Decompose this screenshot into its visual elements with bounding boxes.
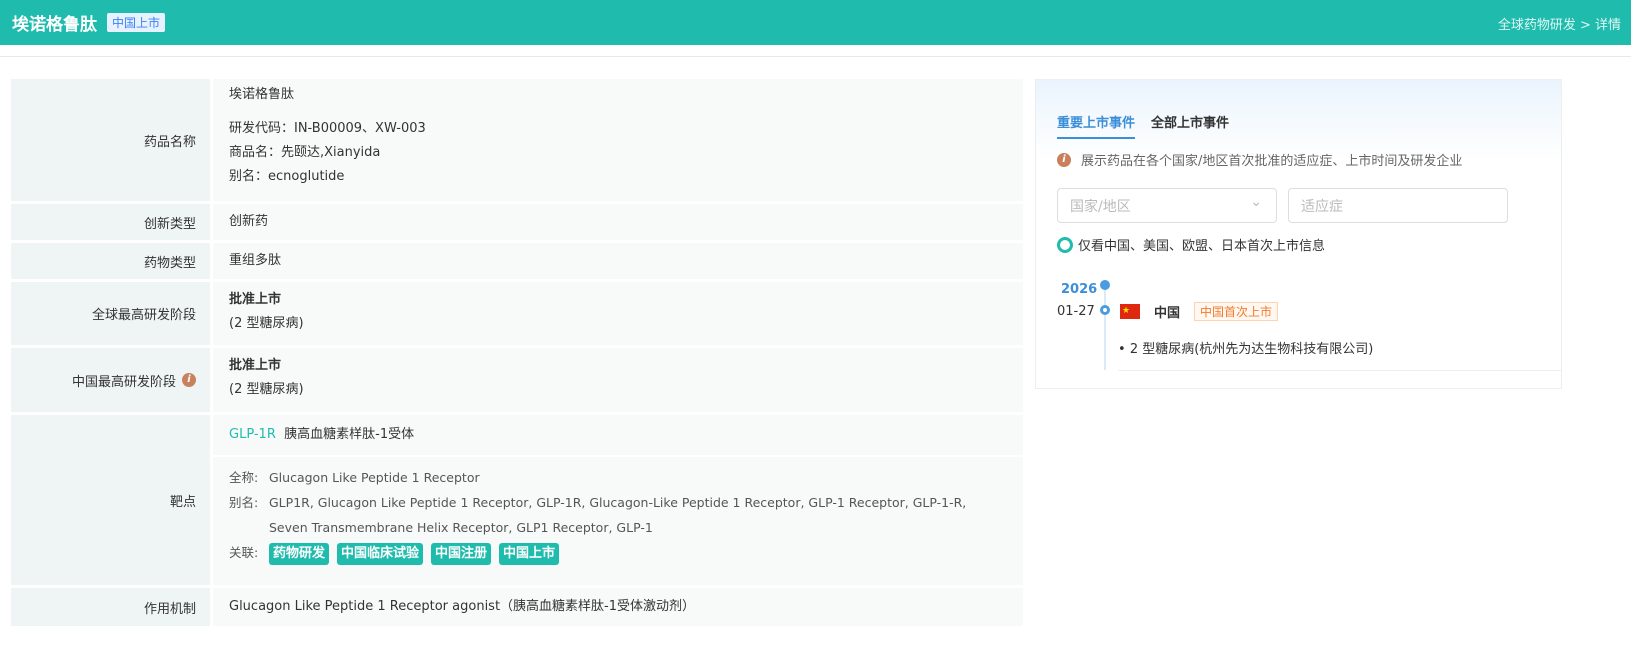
- placeholder: 适应症: [1301, 199, 1343, 215]
- launch-events-panel: 重要上市事件 全部上市事件 i 展示药品在各个国家/地区首次批准的适应症、上市时间…: [1035, 79, 1562, 389]
- label: 全球最高研发阶段: [11, 282, 210, 345]
- radio-icon[interactable]: [1057, 236, 1073, 253]
- value: Glucagon Like Peptide 1 Receptor agonist…: [213, 588, 1023, 626]
- label: 作用机制: [11, 588, 210, 626]
- drug-name: 埃诺格鲁肽: [229, 87, 295, 102]
- divider: [1118, 370, 1561, 371]
- note: 展示药品在各个国家/地区首次批准的适应症、上市时间及研发企业: [1081, 154, 1463, 169]
- full-name: Glucagon Like Peptide 1 Receptor: [269, 470, 480, 485]
- header: 埃诺格鲁肽 中国上市 全球药物研发 > 详情: [0, 0, 1631, 45]
- alias: 别名：ecnoglutide: [229, 169, 345, 184]
- placeholder: 国家/地区: [1070, 199, 1131, 215]
- value: 创新药: [213, 204, 1023, 240]
- indication: (2 型糖尿病): [229, 316, 304, 331]
- trade-name: 商品名：先颐达,Xianyida: [229, 145, 381, 160]
- tab-all-events[interactable]: 全部上市事件: [1151, 112, 1229, 139]
- target-cn: 胰高血糖素样肽-1受体: [284, 427, 415, 442]
- row-innovation: 创新类型 创新药: [11, 204, 1023, 240]
- label: 别名:: [229, 495, 259, 510]
- stage: 批准上市: [229, 358, 282, 373]
- tab-important-events[interactable]: 重要上市事件: [1057, 112, 1136, 139]
- china-flag-icon: ★: [1120, 304, 1140, 319]
- event-country: 中国: [1154, 306, 1181, 321]
- drug-info-table: 药品名称 埃诺格鲁肽 研发代码：IN-B00009、XW-003 商品名：先颐达…: [11, 79, 1023, 629]
- row-drug-type: 药物类型 重组多肽: [11, 243, 1023, 279]
- tag-drug-rd[interactable]: 药物研发: [269, 543, 330, 565]
- dev-code: 研发代码：IN-B00009、XW-003: [229, 121, 426, 136]
- event-detail: 2 型糖尿病(杭州先为达生物科技有限公司): [1129, 342, 1374, 357]
- label: 创新类型: [11, 204, 210, 240]
- timeline-dot: [1100, 280, 1110, 290]
- chevron-down-icon: ⌄: [1250, 194, 1262, 210]
- event-tag: 中国首次上市: [1194, 302, 1279, 321]
- indication: (2 型糖尿病): [229, 382, 304, 397]
- status-badge: 中国上市: [107, 13, 166, 32]
- major-markets-toggle[interactable]: 仅看中国、美国、欧盟、日本首次上市信息: [1057, 235, 1325, 254]
- event-date: 01-27: [1057, 304, 1095, 319]
- tag-china-reg[interactable]: 中国注册: [431, 543, 492, 565]
- drug-title: 埃诺格鲁肽: [12, 15, 97, 35]
- label: 关联:: [229, 545, 259, 560]
- label: 药物类型: [11, 243, 210, 279]
- divider: [0, 56, 1631, 57]
- aliases: GLP1R, Glucagon Like Peptide 1 Receptor,…: [269, 495, 967, 535]
- info-icon: i: [1057, 152, 1071, 167]
- filter-label: 仅看中国、美国、欧盟、日本首次上市信息: [1078, 239, 1326, 254]
- label: 药品名称: [11, 79, 210, 201]
- label-text: 中国最高研发阶段: [71, 374, 176, 390]
- tag-china-trial[interactable]: 中国临床试验: [337, 543, 424, 565]
- info-icon[interactable]: i: [182, 373, 196, 387]
- row-global-stage: 全球最高研发阶段 批准上市 (2 型糖尿病): [11, 282, 1023, 345]
- label: 靶点: [11, 415, 210, 585]
- tag-china-market[interactable]: 中国上市: [499, 543, 560, 565]
- label: 中国最高研发阶段 i: [11, 348, 210, 412]
- row-mechanism: 作用机制 Glucagon Like Peptide 1 Receptor ag…: [11, 588, 1023, 626]
- target-link[interactable]: GLP-1R: [229, 427, 276, 442]
- indication-input[interactable]: 适应症: [1288, 188, 1508, 223]
- label: 全称:: [229, 470, 259, 485]
- breadcrumb[interactable]: 全球药物研发 > 详情: [1498, 14, 1621, 33]
- timeline-dot: [1100, 305, 1110, 315]
- country-select[interactable]: 国家/地区 ⌄: [1057, 188, 1277, 223]
- stage: 批准上市: [229, 292, 282, 307]
- row-china-stage: 中国最高研发阶段 i 批准上市 (2 型糖尿病): [11, 348, 1023, 412]
- row-target: 靶点 GLP-1R 胰高血糖素样肽-1受体 全称: Glucagon Like P…: [11, 415, 1023, 585]
- row-drug-name: 药品名称 埃诺格鲁肽 研发代码：IN-B00009、XW-003 商品名：先颐达…: [11, 79, 1023, 201]
- value: 重组多肽: [213, 243, 1023, 279]
- timeline-line: [1104, 285, 1106, 370]
- event-year: 2026: [1061, 282, 1098, 297]
